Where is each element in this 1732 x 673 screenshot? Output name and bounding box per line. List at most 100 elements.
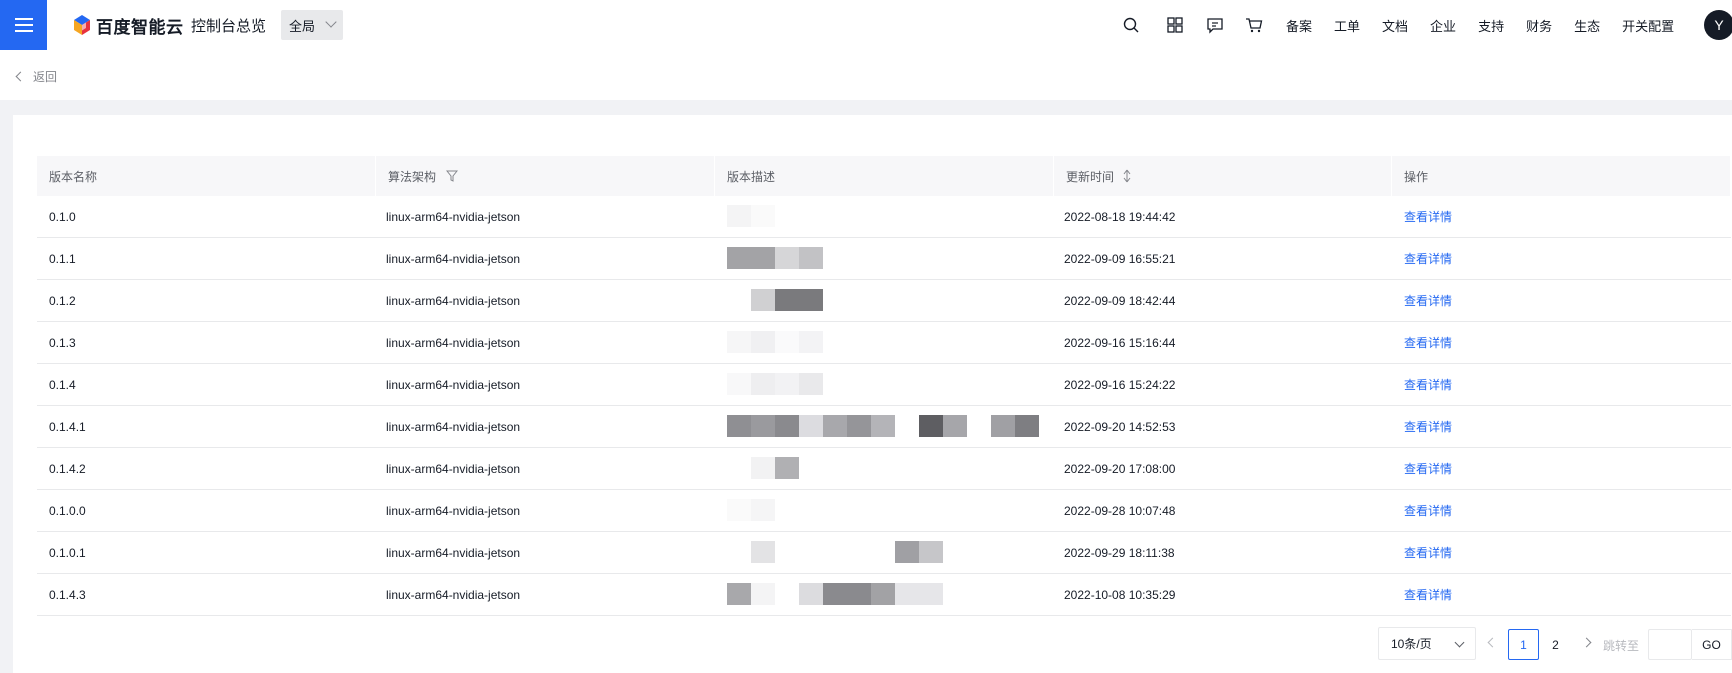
search-icon[interactable] (1122, 16, 1140, 34)
region-select[interactable]: 全局 (281, 10, 343, 40)
view-details-link[interactable]: 查看详情 (1404, 250, 1452, 267)
table-row: 0.1.4.3 linux-arm64-nvidia-jetson 2022-10-… (37, 574, 1731, 616)
update-time: 2022-09-16 15:24:22 (1064, 377, 1176, 392)
redacted-description (727, 246, 823, 271)
table-body: 0.1.0 linux-arm64-nvidia-jetson 2022-08-18… (37, 196, 1731, 616)
version-description (715, 364, 1054, 405)
update-time: 2022-09-16 15:16:44 (1064, 335, 1176, 350)
user-avatar[interactable]: Y (1704, 10, 1732, 40)
actions-cell: 查看详情 (1392, 448, 1731, 489)
nav-item-support[interactable]: 支持 (1478, 16, 1504, 35)
sort-icon[interactable] (1122, 169, 1132, 183)
version-description (715, 574, 1054, 615)
view-details-link[interactable]: 查看详情 (1404, 586, 1452, 603)
version-name: 0.1.1 (49, 251, 76, 266)
redacted-description (727, 288, 823, 313)
algorithm-arch: linux-arm64-nvidia-jetson (386, 251, 521, 266)
version-name: 0.1.3 (49, 335, 76, 350)
version-name: 0.1.4.2 (49, 461, 86, 476)
jump-page-input[interactable] (1648, 629, 1692, 660)
nav-item-docs[interactable]: 文档 (1382, 16, 1408, 35)
update-time: 2022-10-08 10:35:29 (1064, 587, 1176, 602)
nav-item-finance[interactable]: 财务 (1526, 16, 1552, 35)
version-description (715, 196, 1054, 237)
back-label: 返回 (33, 70, 58, 84)
back-button[interactable]: 返回 (15, 68, 58, 85)
actions-cell: 查看详情 (1392, 574, 1731, 615)
version-description (715, 448, 1054, 489)
algorithm-arch: linux-arm64-nvidia-jetson (386, 293, 521, 308)
update-time: 2022-08-18 19:44:42 (1064, 209, 1176, 224)
brand-logo[interactable]: 百度智能云 (72, 13, 184, 37)
version-description (715, 490, 1054, 531)
view-details-link[interactable]: 查看详情 (1404, 502, 1452, 519)
redacted-description (727, 456, 799, 481)
table-row: 0.1.1 linux-arm64-nvidia-jetson 2022-09-09… (37, 238, 1731, 280)
actions-cell: 查看详情 (1392, 238, 1731, 279)
logo-icon (74, 15, 90, 35)
page-button-1[interactable]: 1 (1508, 629, 1539, 660)
update-time: 2022-09-20 17:08:00 (1064, 461, 1176, 476)
product-grid-icon[interactable] (1166, 16, 1184, 34)
view-details-link[interactable]: 查看详情 (1404, 418, 1452, 435)
console-overview-link[interactable]: 控制台总览 (191, 15, 266, 36)
view-details-link[interactable]: 查看详情 (1404, 292, 1452, 309)
update-time: 2022-09-29 18:11:38 (1064, 545, 1175, 560)
redacted-description (727, 540, 943, 565)
top-nav-links: 备案 工单 文档 企业 支持 财务 生态 开关配置 (1286, 16, 1696, 35)
column-header-arch: 算法架构 (376, 156, 715, 196)
view-details-link[interactable]: 查看详情 (1404, 460, 1452, 477)
version-table: 版本名称 算法架构 版本描述 更新时间 操作 0.1.0 linux-arm64-… (37, 156, 1731, 616)
chevron-down-icon (325, 16, 337, 28)
version-name: 0.1.0.0 (49, 503, 86, 518)
page-button-2[interactable]: 2 (1540, 629, 1571, 660)
table-row: 0.1.4 linux-arm64-nvidia-jetson 2022-09-16… (37, 364, 1731, 406)
algorithm-arch: linux-arm64-nvidia-jetson (386, 461, 521, 476)
cart-icon[interactable] (1245, 16, 1263, 34)
version-name: 0.1.4.3 (49, 587, 86, 602)
algorithm-arch: linux-arm64-nvidia-jetson (386, 419, 521, 434)
actions-cell: 查看详情 (1392, 280, 1731, 321)
main-menu-button[interactable] (0, 0, 47, 50)
chevron-left-icon (15, 71, 26, 82)
sub-header: 返回 (0, 50, 1732, 100)
redacted-description (727, 204, 775, 229)
nav-item-switch-config[interactable]: 开关配置 (1622, 16, 1674, 35)
actions-cell: 查看详情 (1392, 532, 1731, 573)
algorithm-arch: linux-arm64-nvidia-jetson (386, 503, 521, 518)
version-name: 0.1.0.1 (49, 545, 86, 560)
filter-icon[interactable] (446, 170, 459, 182)
actions-cell: 查看详情 (1392, 364, 1731, 405)
update-time: 2022-09-09 16:55:21 (1064, 251, 1176, 266)
version-description (715, 532, 1054, 573)
nav-item-enterprise[interactable]: 企业 (1430, 16, 1456, 35)
version-description (715, 322, 1054, 363)
message-icon[interactable] (1206, 16, 1224, 34)
view-details-link[interactable]: 查看详情 (1404, 544, 1452, 561)
algorithm-arch: linux-arm64-nvidia-jetson (386, 335, 521, 350)
nav-item-ticket[interactable]: 工单 (1334, 16, 1360, 35)
algorithm-arch: linux-arm64-nvidia-jetson (386, 545, 521, 560)
redacted-description (727, 330, 823, 355)
content-card: 版本名称 算法架构 版本描述 更新时间 操作 0.1.0 linux-arm64-… (13, 115, 1732, 673)
jump-to-label: 跳转至 (1603, 639, 1640, 653)
column-header-actions: 操作 (1392, 156, 1731, 196)
version-name: 0.1.4 (49, 377, 76, 392)
view-details-link[interactable]: 查看详情 (1404, 376, 1452, 393)
version-description (715, 280, 1054, 321)
view-details-link[interactable]: 查看详情 (1404, 334, 1452, 351)
view-details-link[interactable]: 查看详情 (1404, 208, 1452, 225)
actions-cell: 查看详情 (1392, 490, 1731, 531)
nav-item-beian[interactable]: 备案 (1286, 16, 1312, 35)
redacted-description (727, 414, 1039, 439)
update-time: 2022-09-28 10:07:48 (1064, 503, 1176, 518)
table-header: 版本名称 算法架构 版本描述 更新时间 操作 (37, 156, 1731, 196)
version-name: 0.1.4.1 (49, 419, 86, 434)
redacted-description (727, 372, 823, 397)
actions-cell: 查看详情 (1392, 406, 1731, 447)
nav-item-ecosystem[interactable]: 生态 (1574, 16, 1600, 35)
page-size-value: 10条/页 (1391, 637, 1432, 651)
page-size-select[interactable]: 10条/页 (1378, 627, 1476, 660)
brand-name: 百度智能云 (96, 17, 184, 37)
go-button[interactable]: GO (1692, 629, 1732, 660)
